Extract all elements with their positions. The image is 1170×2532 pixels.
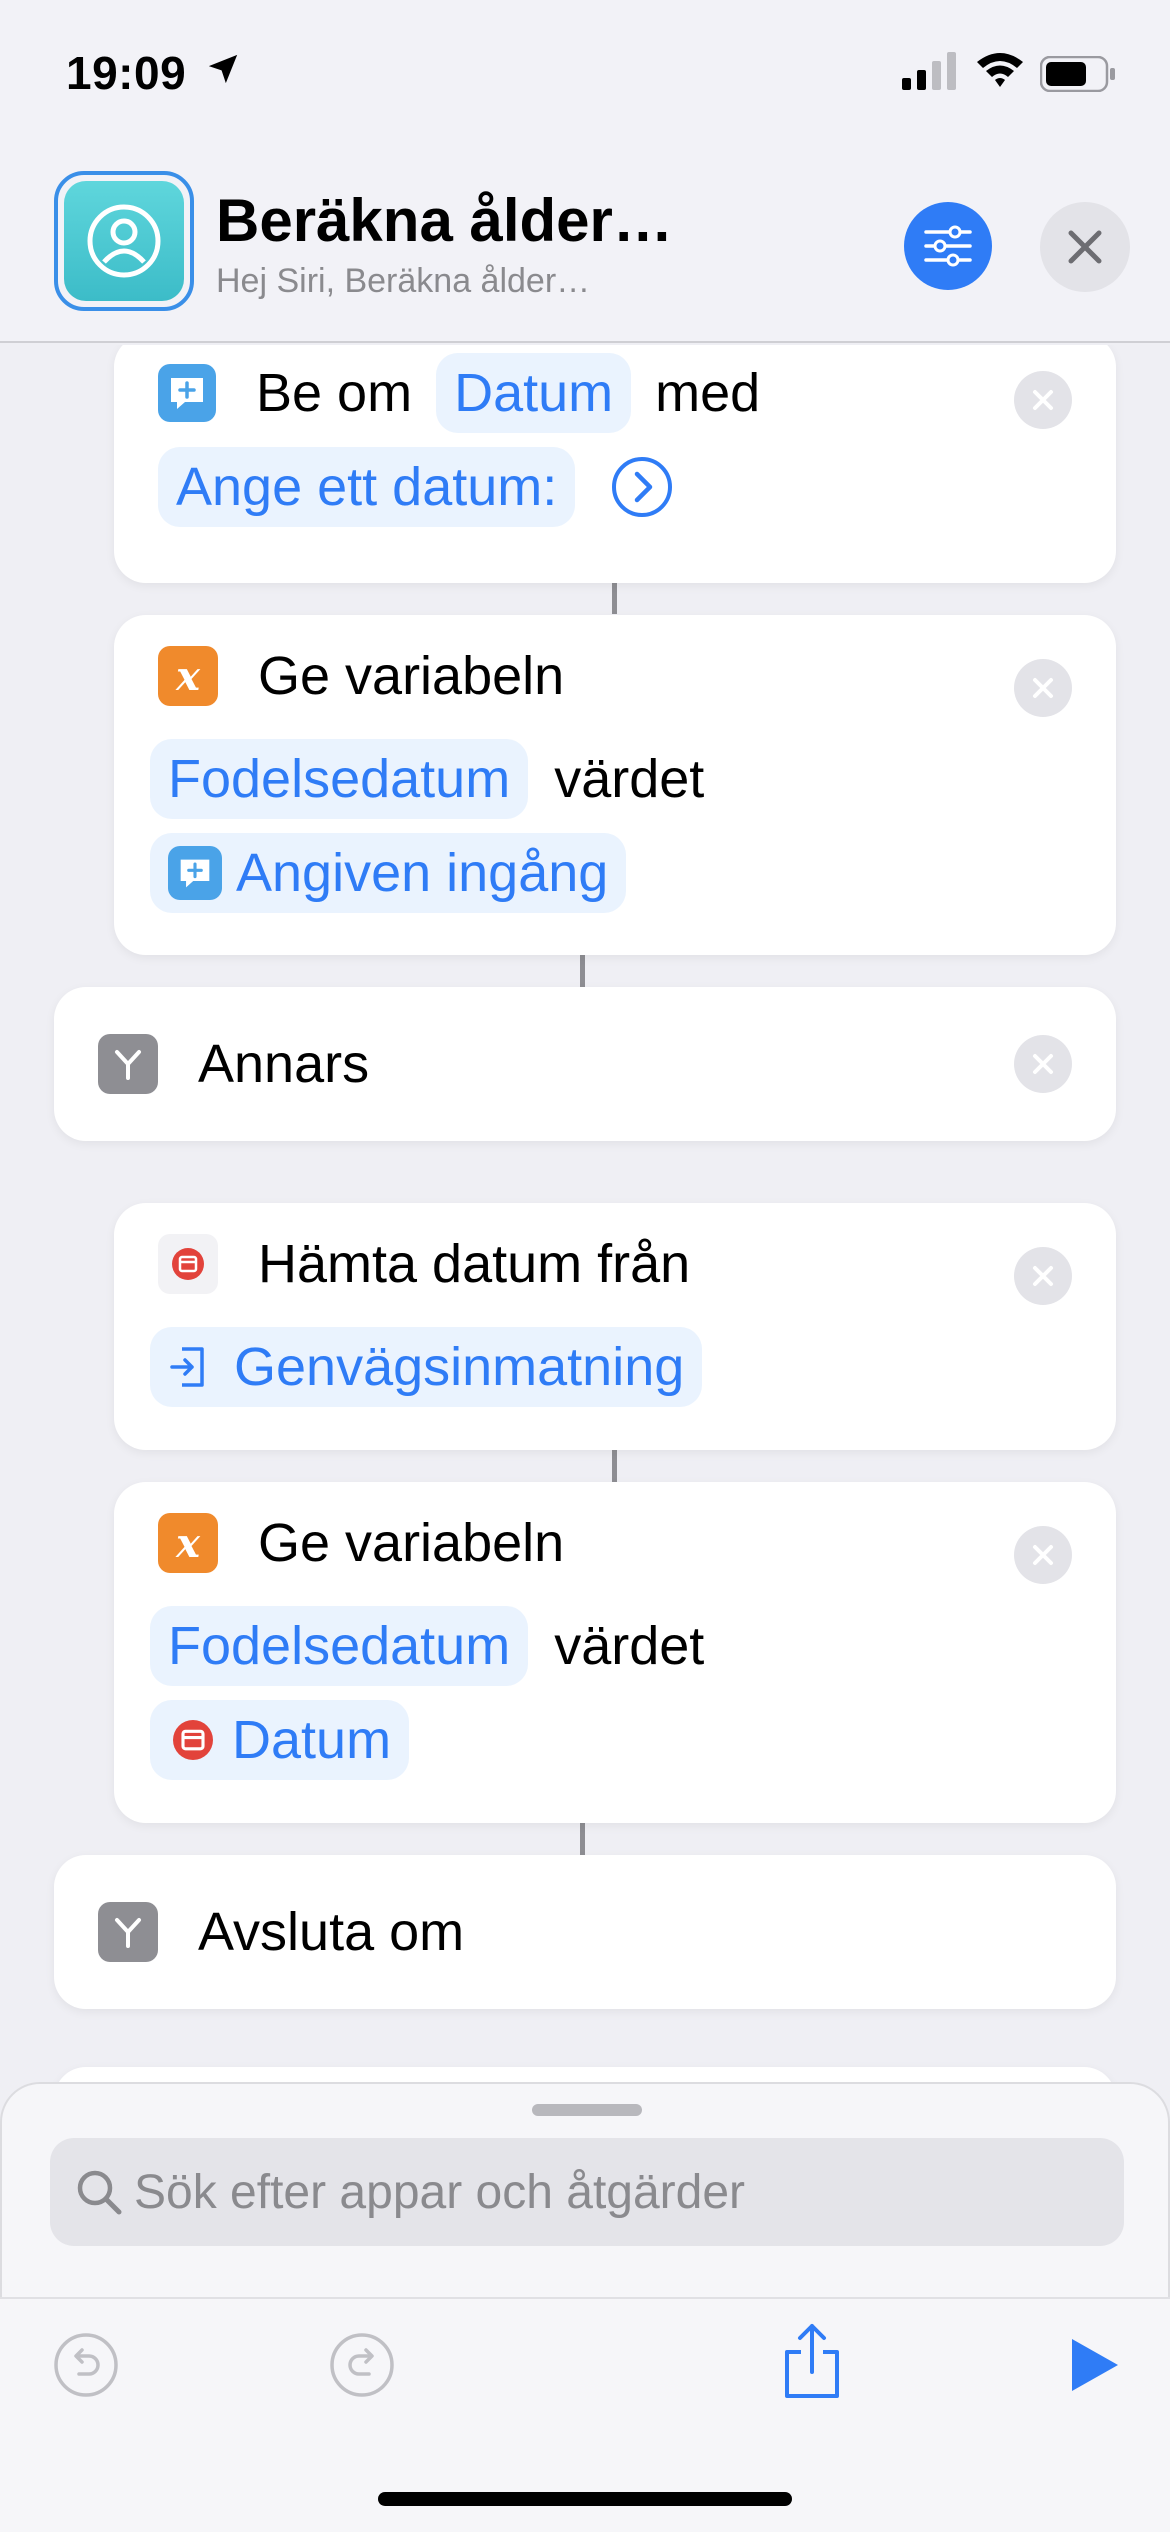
action-set-variable[interactable]: x Ge variabeln Fodelsedatum värdet Datum (114, 1482, 1116, 1823)
variable-name-token[interactable]: Fodelsedatum (150, 739, 529, 819)
action-set-variable[interactable]: x Ge variabeln Fodelsedatum värdet Angiv… (114, 615, 1116, 955)
action-text: Be om (256, 363, 413, 423)
branch-icon (98, 1902, 158, 1962)
cellular-signal-icon (902, 52, 956, 90)
action-ask-for-input[interactable]: Be om Datum med Ange ett datum: (114, 345, 1116, 583)
close-icon (1068, 230, 1102, 264)
share-button[interactable] (776, 2321, 848, 2401)
shortcut-title[interactable]: Beräkna ålder… (216, 186, 673, 255)
action-text: Ge variabeln (258, 1513, 565, 1573)
sliders-icon (924, 225, 972, 267)
remove-action-button[interactable] (1014, 1526, 1072, 1584)
value-token[interactable]: Datum (150, 1700, 410, 1780)
close-icon (1033, 390, 1053, 410)
sheet-grabber[interactable] (532, 2104, 642, 2116)
remove-action-button[interactable] (1014, 659, 1072, 717)
variable-x-icon: x (158, 1513, 218, 1573)
prompt-token[interactable]: Ange ett datum: (158, 447, 576, 527)
battery-icon (1040, 56, 1115, 92)
action-text: Hämta datum från (258, 1234, 691, 1294)
input-source-label: Genvägsinmatning (234, 1337, 685, 1397)
connector (580, 955, 585, 987)
remove-action-button[interactable] (1014, 371, 1072, 429)
action-list[interactable]: Be om Datum med Ange ett datum: x Ge var… (0, 345, 1170, 2085)
action-search-sheet[interactable]: Sök efter appar och åtgärder (0, 2082, 1170, 2297)
redo-button[interactable] (326, 2329, 398, 2401)
wifi-icon (977, 53, 1023, 87)
action-text: värdet (554, 1616, 705, 1676)
undo-icon (54, 2333, 118, 2397)
remove-action-button[interactable] (1014, 1035, 1072, 1093)
status-time: 19:09 (66, 47, 187, 99)
variable-name-token[interactable]: Fodelsedatum (150, 1606, 529, 1686)
action-text: värdet (554, 749, 705, 809)
input-type-token[interactable]: Datum (436, 353, 632, 433)
close-button[interactable] (1040, 202, 1130, 292)
action-get-dates[interactable]: Hämta datum från Genvägsinmatning (114, 1203, 1116, 1450)
calendar-icon (158, 1234, 218, 1294)
value-token-label: Datum (232, 1710, 392, 1770)
calendar-icon (168, 1715, 218, 1765)
location-arrow-icon (208, 54, 238, 84)
action-text: Avsluta om (198, 1902, 465, 1962)
shortcut-header: Beräkna ålder… Hej Siri, Beräkna ålder… (0, 150, 1170, 343)
play-icon (1072, 2339, 1118, 2391)
close-icon (1033, 1545, 1053, 1565)
action-otherwise[interactable]: Annars (54, 987, 1116, 1141)
chevron-right-circle-icon[interactable] (611, 456, 673, 518)
value-token-label: Angiven ingång (236, 843, 609, 903)
shortcut-input-icon (170, 1347, 204, 1387)
status-bar: 19:09 (0, 0, 1170, 150)
ask-input-icon (168, 846, 222, 900)
action-text: med (655, 363, 761, 423)
home-indicator (378, 2492, 792, 2506)
share-icon (785, 2324, 839, 2398)
shortcut-icon[interactable] (54, 171, 194, 311)
branch-icon (98, 1034, 158, 1094)
action-text: Ge variabeln (258, 646, 565, 706)
connector (580, 1823, 585, 1855)
search-icon (77, 2170, 122, 2215)
run-button[interactable] (1058, 2329, 1130, 2401)
connector (612, 1450, 617, 1482)
close-icon (1033, 678, 1053, 698)
search-input[interactable]: Sök efter appar och åtgärder (50, 2138, 1124, 2246)
connector (612, 582, 617, 614)
close-icon (1033, 1054, 1053, 1074)
siri-phrase: Hej Siri, Beräkna ålder… (216, 262, 591, 300)
close-icon (1033, 1266, 1053, 1286)
settings-button[interactable] (904, 202, 992, 290)
remove-action-button[interactable] (1014, 1247, 1072, 1305)
action-end-if[interactable]: Avsluta om (54, 1855, 1116, 2009)
value-token[interactable]: Angiven ingång (150, 833, 627, 913)
variable-x-icon: x (158, 646, 218, 706)
input-source-token[interactable]: Genvägsinmatning (150, 1327, 703, 1407)
redo-icon (330, 2333, 394, 2397)
ask-input-icon (158, 364, 216, 422)
action-text: Annars (198, 1034, 370, 1094)
undo-button[interactable] (50, 2329, 122, 2401)
person-icon (87, 204, 161, 278)
search-placeholder: Sök efter appar och åtgärder (134, 2165, 746, 2219)
